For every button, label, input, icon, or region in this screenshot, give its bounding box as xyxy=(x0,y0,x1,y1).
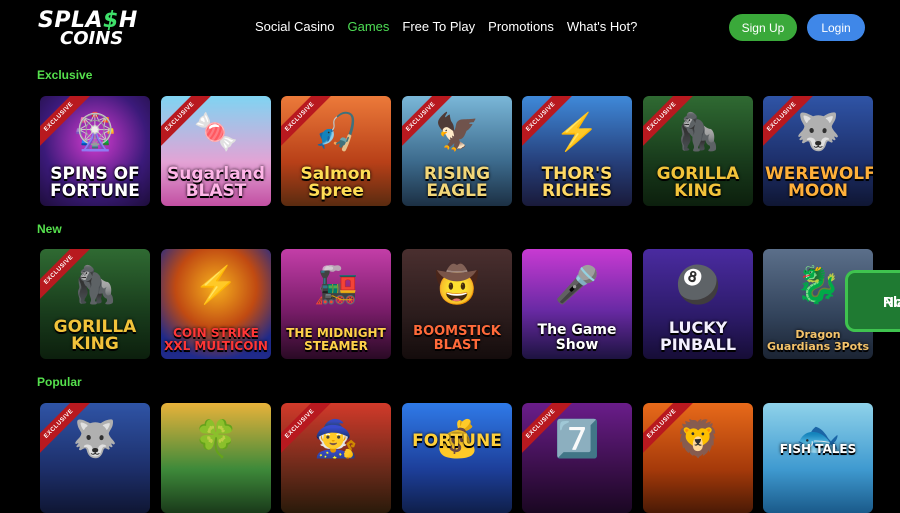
nav-whats-hot[interactable]: What's Hot? xyxy=(567,19,637,34)
game-tile[interactable]: 🐺 EXCLUSIVE xyxy=(40,403,150,513)
game-title: COIN STRIKE XXL MULTICOIN xyxy=(164,326,268,353)
miner-icon: 🤠 xyxy=(434,264,480,305)
game-title: BOOMSTICK BLAST xyxy=(413,324,501,353)
thor-icon: ⚡ xyxy=(554,111,600,152)
game-tile[interactable]: 🚂 THE MIDNIGHT STEAMER xyxy=(281,249,391,359)
main-nav: Social Casino Games Free To Play Promoti… xyxy=(255,19,637,34)
game-title: SPINS OF FORTUNE xyxy=(50,164,140,201)
game-tile[interactable]: 🎱 LUCKY PINBALL xyxy=(643,249,753,359)
game-title: Sugarland BLAST xyxy=(167,164,265,201)
game-tile[interactable]: 🐺 EXCLUSIVE WEREWOLF MOON xyxy=(763,96,873,206)
train-icon: 🚂 xyxy=(313,264,359,305)
dragon-icon: 🐉 xyxy=(795,264,841,305)
game-tile[interactable]: ⚡ COIN STRIKE XXL MULTICOIN xyxy=(161,249,271,359)
splash-coins-logo[interactable]: SPLA$H COINS xyxy=(38,8,138,49)
game-title: FISH TALES xyxy=(779,442,857,456)
game-title: GORILLA KING xyxy=(53,317,137,354)
gorilla-icon: 🦍 xyxy=(675,111,721,152)
game-tile[interactable]: 🎡 EXCLUSIVE SPINS OF FORTUNE xyxy=(40,96,150,206)
nav-games[interactable]: Games xyxy=(348,19,390,34)
game-title: The Game Show xyxy=(537,322,617,353)
game-tile[interactable]: 🍀 xyxy=(161,403,271,513)
popular-games-row: 🐺 EXCLUSIVE 🍀 🧙 EXCLUSIVE 💰 FORTUNE 7️⃣ … xyxy=(40,403,880,513)
game-title: LUCKY PINBALL xyxy=(659,318,737,354)
game-tile[interactable]: 7️⃣ EXCLUSIVE xyxy=(522,403,632,513)
nav-free-to-play[interactable]: Free To Play xyxy=(402,19,475,34)
logo-wordmark-bottom: COINS xyxy=(60,28,124,49)
game-tile[interactable]: 🦍 EXCLUSIVE GORILLA KING xyxy=(643,96,753,206)
game-title: FORTUNE xyxy=(412,431,502,451)
werewolf-icon: 🐺 xyxy=(795,111,841,152)
game-tile[interactable]: 🍬 EXCLUSIVE Sugarland BLAST xyxy=(161,96,271,206)
game-tile[interactable]: 🦅 EXCLUSIVE RISING EAGLE xyxy=(402,96,512,206)
game-tile[interactable]: 🎣 EXCLUSIVE Salmon Spree xyxy=(281,96,391,206)
game-tile[interactable]: 💰 FORTUNE xyxy=(402,403,512,513)
leprechaun-icon: 🍀 xyxy=(193,418,239,459)
game-tile[interactable]: 🐟 FISH TALES xyxy=(763,403,873,513)
game-title: THOR'S RICHES xyxy=(541,164,613,201)
game-tile[interactable]: 🦍 EXCLUSIVE GORILLA KING xyxy=(40,249,150,359)
game-tile[interactable]: 🤠 BOOMSTICK BLAST xyxy=(402,249,512,359)
section-title-popular: Popular xyxy=(37,375,82,389)
witch-icon: 🧙 xyxy=(313,418,359,459)
sign-up-button[interactable]: Sign Up xyxy=(729,14,797,41)
game-tile[interactable]: ⚡ EXCLUSIVE THOR'S RICHES xyxy=(522,96,632,206)
nav-promotions[interactable]: Promotions xyxy=(488,19,554,34)
nav-social-casino[interactable]: Social Casino xyxy=(255,19,335,34)
hosts-icon: 🎤 xyxy=(554,264,600,305)
game-tile[interactable]: 🎤 The Game Show xyxy=(522,249,632,359)
eagle-icon: 🦅 xyxy=(434,111,480,152)
pinball-icon: 🎱 xyxy=(675,264,721,305)
play-now-button[interactable]: PlayNow xyxy=(845,270,900,332)
game-title: WEREWOLF MOON xyxy=(765,164,873,201)
game-title: Salmon Spree xyxy=(300,164,372,201)
exclusive-games-row: 🎡 EXCLUSIVE SPINS OF FORTUNE 🍬 EXCLUSIVE… xyxy=(40,96,880,206)
section-title-exclusive: Exclusive xyxy=(37,68,93,82)
gumball-icon: 🍬 xyxy=(193,111,239,152)
seven-icon: 7️⃣ xyxy=(554,418,600,459)
game-title: THE MIDNIGHT STEAMER xyxy=(286,326,386,353)
section-title-new: New xyxy=(37,222,62,236)
game-tile[interactable]: 🧙 EXCLUSIVE xyxy=(281,403,391,513)
lion-icon: 🦁 xyxy=(675,418,721,459)
fisherman-icon: 🎣 xyxy=(313,111,359,152)
wheel-icon: 🎡 xyxy=(72,111,118,152)
lightning-icon: ⚡ xyxy=(193,264,239,305)
game-title: GORILLA KING xyxy=(656,164,740,201)
game-tile[interactable]: 🦁 EXCLUSIVE xyxy=(643,403,753,513)
werewolf-icon: 🐺 xyxy=(72,418,118,459)
game-title: Dragon Guardians 3Pots xyxy=(766,328,870,353)
gorilla-icon: 🦍 xyxy=(72,264,118,305)
game-title: RISING EAGLE xyxy=(423,164,491,201)
site-header: SPLA$H COINS Social Casino Games Free To… xyxy=(0,0,900,62)
new-games-row: 🦍 EXCLUSIVE GORILLA KING ⚡ COIN STRIKE X… xyxy=(40,249,880,359)
login-button[interactable]: Login xyxy=(807,14,865,41)
